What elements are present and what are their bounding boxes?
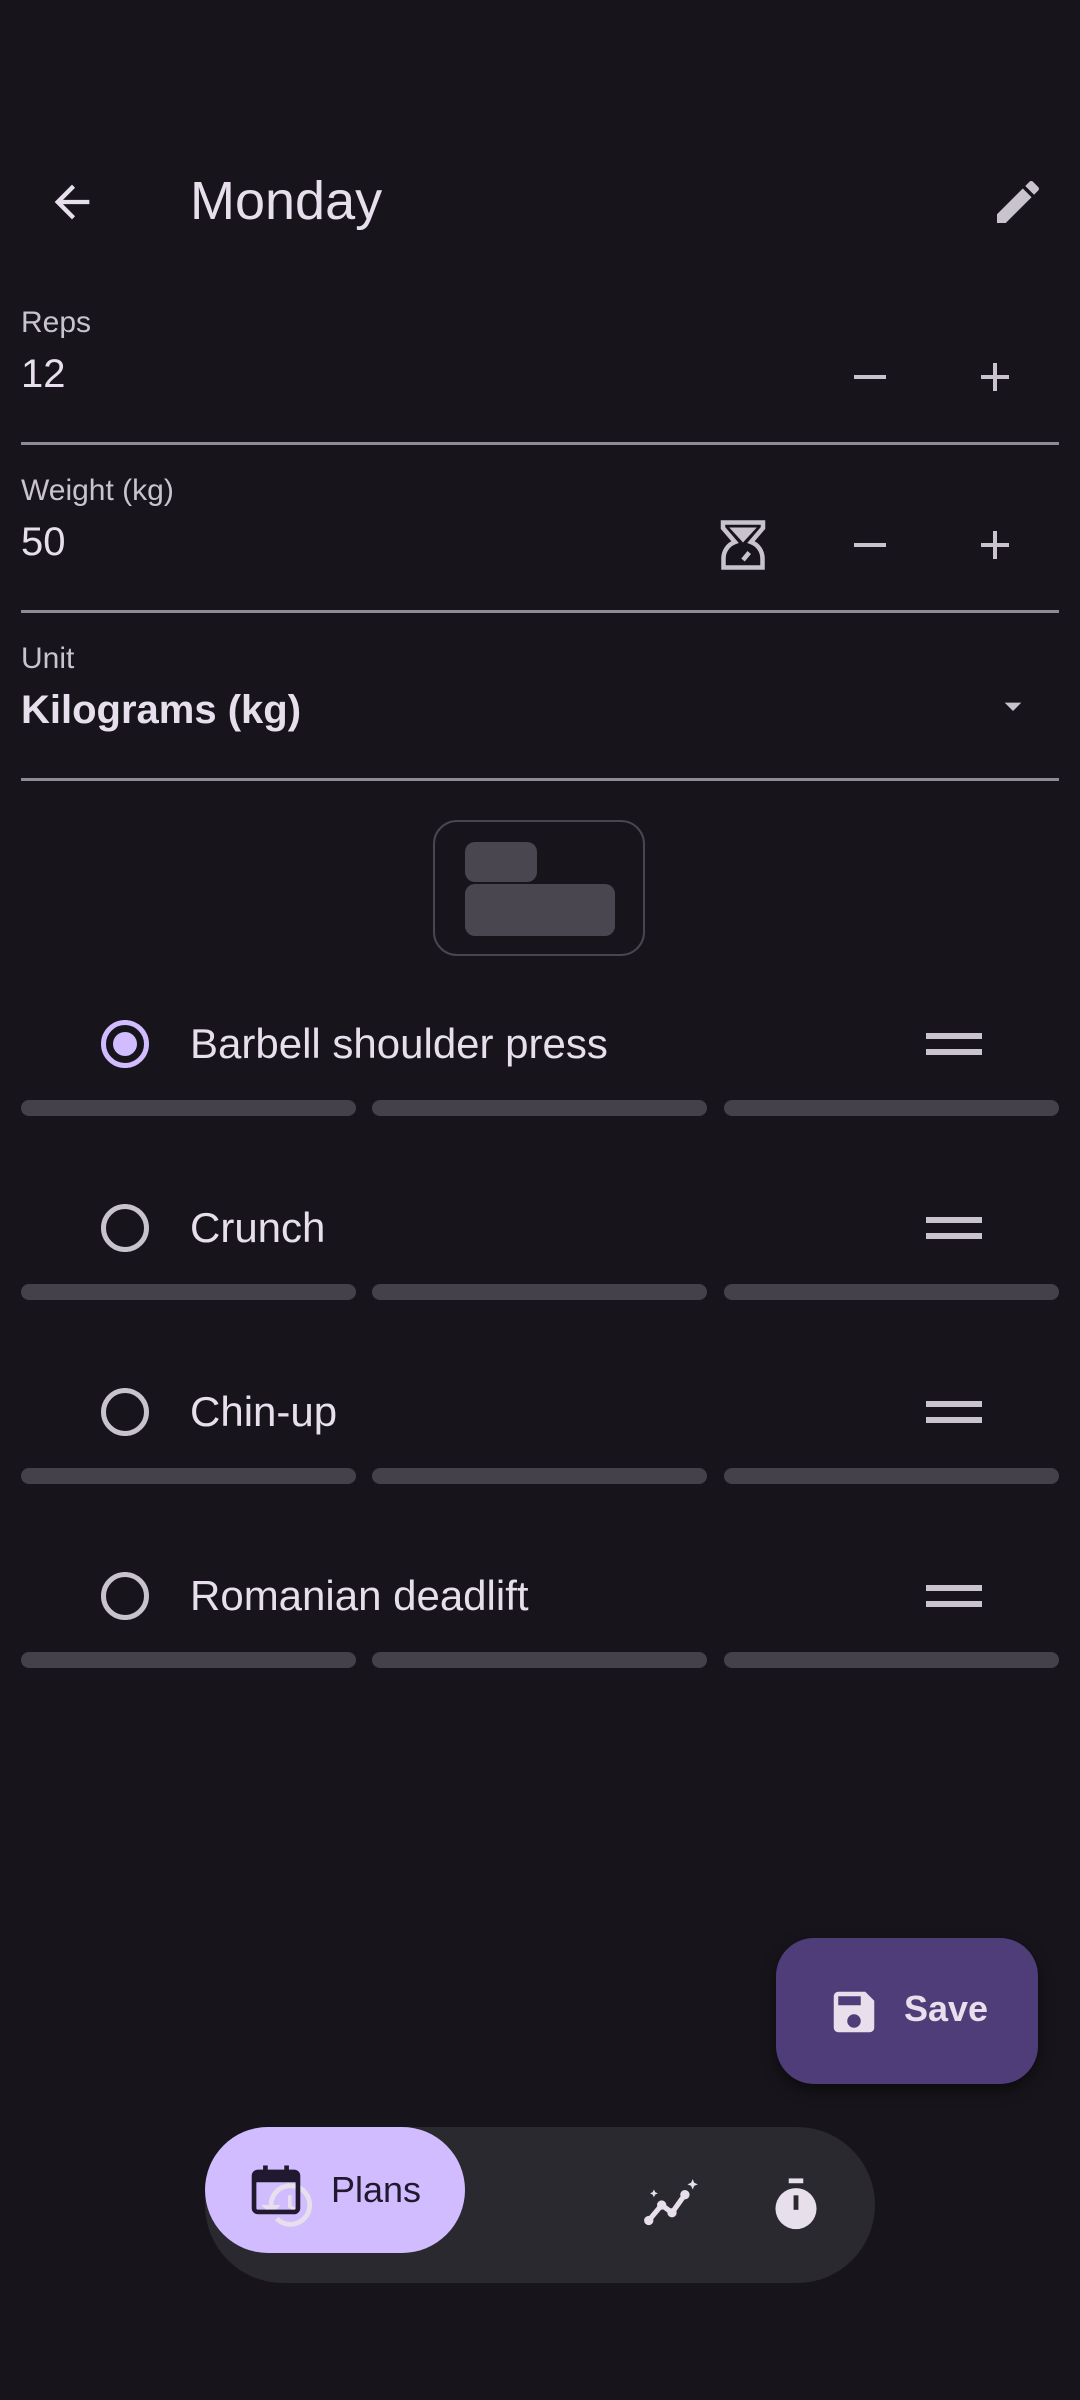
plus-icon[interactable] [950,332,1040,422]
set-progress-bars [21,1284,1059,1300]
toggle-placeholder-top [465,842,537,882]
reps-value[interactable]: 12 [21,352,66,397]
save-floppy-icon [824,1982,884,2042]
unit-label: Unit [21,642,75,675]
list-item[interactable]: Crunch [0,1166,1080,1350]
unit-value: Kilograms (kg) [21,688,302,732]
nav-plans-label: Plans [331,2169,422,2210]
weight-value[interactable]: 50 [21,520,66,565]
page-title: Monday [190,171,383,231]
weight-label: Weight (kg) [21,474,174,507]
edit-pencil-icon[interactable] [968,157,1068,247]
calendar-icon [243,2157,309,2223]
bottom-nav: Plans [205,2127,875,2283]
drag-handle-icon[interactable] [906,1564,1001,1628]
list-item[interactable]: Romanian deadlift [0,1534,1080,1718]
minus-icon[interactable] [825,332,915,422]
drag-handle-icon[interactable] [906,1012,1001,1076]
app-bar: Monday [0,130,1080,272]
insights-graph-icon[interactable] [622,2155,722,2255]
list-item[interactable]: Barbell shoulder press [0,982,1080,1166]
drag-handle-icon[interactable] [906,1380,1001,1444]
save-label: Save [904,1988,989,2029]
set-progress-bars [21,1468,1059,1484]
dropdown-arrow-icon[interactable] [983,676,1043,736]
radio-unselected[interactable] [101,1204,149,1252]
unit-dropdown[interactable]: Unit Kilograms (kg) [21,628,1059,781]
scale-icon[interactable] [698,500,788,590]
radio-selected[interactable] [101,1020,149,1068]
exercise-name: Chin-up [190,1388,338,1435]
reps-label: Reps [21,306,92,339]
radio-unselected[interactable] [101,1388,149,1436]
radio-unselected[interactable] [101,1572,149,1620]
reps-field[interactable]: Reps 12 [21,292,1059,445]
set-progress-bars [21,1100,1059,1116]
weight-field[interactable]: Weight (kg) 50 [21,460,1059,613]
toggle-placeholder-bottom [465,884,615,936]
save-button[interactable]: Save [776,1938,1038,2084]
exercise-name: Crunch [190,1204,326,1251]
list-item[interactable]: Chin-up [0,1350,1080,1534]
exercise-name: Barbell shoulder press [190,1020,608,1067]
set-progress-bars [21,1652,1059,1668]
back-arrow-icon[interactable] [22,157,122,247]
exercise-name: Romanian deadlift [190,1572,529,1619]
minus-icon[interactable] [825,500,915,590]
drag-handle-icon[interactable] [906,1196,1001,1260]
view-toggle[interactable] [433,820,645,956]
nav-plans[interactable]: Plans [205,2127,465,2253]
plus-icon[interactable] [950,500,1040,590]
timer-icon[interactable] [746,2155,846,2255]
